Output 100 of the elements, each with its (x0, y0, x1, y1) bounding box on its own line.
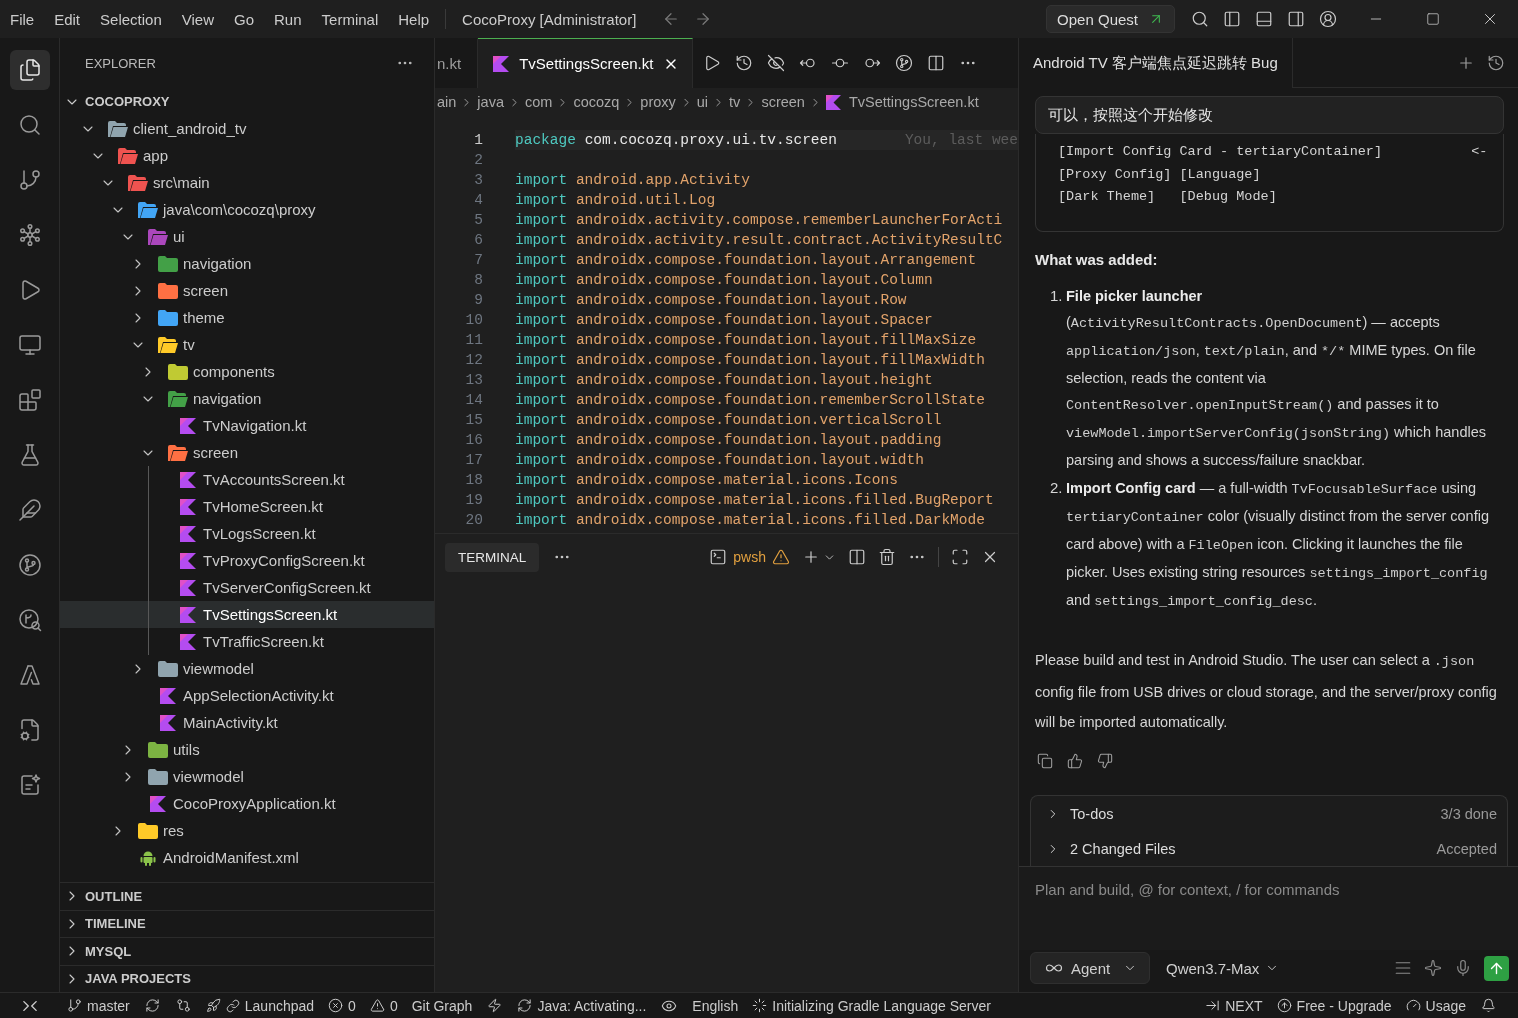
history-icon[interactable] (735, 54, 754, 72)
editor-tab[interactable]: TvSettingsScreen.kt (478, 38, 694, 88)
monitor-icon[interactable] (17, 332, 42, 357)
tree-item[interactable]: TvServerConfigScreen.kt (60, 574, 434, 601)
branch-status[interactable]: master (60, 993, 137, 1018)
columns-icon[interactable] (848, 548, 866, 566)
plus-icon[interactable] (802, 548, 820, 566)
folder-item[interactable]: ui (60, 223, 434, 250)
folder-item[interactable]: screen (60, 439, 434, 466)
copy-icon[interactable] (1037, 752, 1053, 769)
model-dropdown[interactable]: Qwen3.7-Max (1166, 959, 1280, 977)
section-header[interactable]: OUTLINE (60, 882, 434, 910)
columns-icon[interactable] (927, 54, 946, 72)
folder-item[interactable]: viewmodel (60, 763, 434, 790)
folder-item[interactable]: java\com\cocozq\proxy (60, 196, 434, 223)
folder-item[interactable]: app (60, 142, 434, 169)
mode-dropdown[interactable]: Agent (1030, 952, 1150, 984)
java-status[interactable]: Java: Activating... (510, 993, 654, 1018)
launchpad-status[interactable]: Launchpad (198, 993, 322, 1018)
folder-item[interactable]: screen (60, 277, 434, 304)
folder-item[interactable]: tv (60, 331, 434, 358)
breadcrumb[interactable]: cocozq (573, 94, 620, 110)
breadcrumb[interactable]: proxy (640, 94, 676, 110)
workspace-header[interactable]: COCOPROXY (60, 88, 434, 115)
tree-item[interactable]: TvLogsScreen.kt (60, 520, 434, 547)
breadcrumb[interactable]: screen (761, 94, 805, 110)
maximize-icon[interactable] (951, 548, 969, 566)
section-header[interactable]: TIMELINE (60, 909, 434, 937)
panel-tab[interactable]: TERMINAL (445, 542, 540, 572)
branch-search-icon[interactable] (17, 607, 42, 632)
sync-icon[interactable] (144, 998, 160, 1013)
tree-item[interactable]: TvSettingsScreen.kt (60, 601, 434, 628)
editor-tab[interactable]: n.kt (435, 38, 479, 88)
compare-icon[interactable] (175, 998, 191, 1013)
eye-off-icon[interactable] (767, 54, 786, 72)
menu-item[interactable]: Help (388, 5, 440, 33)
menu-item[interactable]: Run (264, 5, 312, 33)
folder-item[interactable]: client_android_tv (60, 115, 434, 142)
sparkle-icon[interactable] (1424, 959, 1442, 977)
lightning-icon[interactable] (487, 998, 503, 1013)
tree-item[interactable]: AppSelectionActivity.kt (60, 682, 434, 709)
files-icon[interactable] (9, 49, 50, 90)
breadcrumb[interactable]: java (477, 94, 504, 110)
folder-item[interactable]: navigation (60, 250, 434, 277)
tree-item[interactable]: MainActivity.kt (60, 709, 434, 736)
gradle-status[interactable]: Initializing Gradle Language Server (745, 993, 998, 1018)
next-status[interactable]: NEXT (1198, 993, 1270, 1018)
lines-icon[interactable] (1394, 959, 1412, 977)
warning-icon[interactable] (772, 548, 790, 566)
circle-branch-icon[interactable] (17, 552, 42, 577)
section-header[interactable]: MYSQL (60, 937, 434, 965)
folder-item[interactable]: res (60, 817, 434, 844)
menu-item[interactable]: Edit (44, 5, 91, 33)
upgrade-status[interactable]: Free - Upgrade (1269, 993, 1399, 1018)
tree-item[interactable]: TvHomeScreen.kt (60, 493, 434, 520)
play-icon[interactable] (703, 54, 722, 72)
errors-status[interactable]: 0 (321, 993, 363, 1018)
tree-item[interactable]: TvAccountsScreen.kt (60, 466, 434, 493)
breadcrumb[interactable]: tv (729, 94, 741, 110)
a-logo-icon[interactable] (17, 662, 42, 687)
menu-item[interactable]: View (171, 5, 224, 33)
warnings-status[interactable]: 0 (362, 993, 405, 1018)
terminal-icon[interactable] (709, 548, 728, 566)
collapsible-row[interactable]: To-dos 3/3 done (1031, 796, 1507, 831)
breadcrumb[interactable]: ain (437, 94, 457, 110)
send-button[interactable] (1484, 955, 1509, 981)
breadcrumb[interactable]: ui (696, 94, 709, 110)
circle-branch-icon[interactable] (895, 54, 914, 72)
branch-icon[interactable] (17, 167, 42, 192)
tree-item[interactable]: AndroidManifest.xml (60, 844, 434, 871)
blocks-icon[interactable] (17, 387, 42, 412)
breadcrumb[interactable]: TvSettingsScreen.kt (825, 94, 979, 110)
search-icon[interactable] (1191, 10, 1209, 28)
user-circle-icon[interactable] (1319, 10, 1337, 28)
maximize-icon[interactable] (1425, 12, 1440, 26)
folder-item[interactable]: theme (60, 304, 434, 331)
folder-item[interactable]: components (60, 358, 434, 385)
sidebar-right-icon[interactable] (1287, 10, 1305, 28)
tree-item[interactable]: TvTrafficScreen.kt (60, 628, 434, 655)
menu-item[interactable]: Go (224, 5, 264, 33)
breadcrumb[interactable]: com (524, 94, 553, 110)
thumbs-up-icon[interactable] (1067, 752, 1083, 769)
menu-item[interactable]: Selection (90, 5, 172, 33)
language-status[interactable]: English (685, 993, 746, 1018)
trash-icon[interactable] (878, 548, 896, 566)
folder-item[interactable]: navigation (60, 385, 434, 412)
feather-icon[interactable] (17, 497, 42, 522)
sidebar-left-icon[interactable] (1223, 10, 1241, 28)
git-graph-status[interactable]: Git Graph (404, 993, 480, 1018)
collapsible-row[interactable]: 2 Changed Files Accepted (1031, 831, 1507, 866)
microphone-icon[interactable] (1454, 959, 1472, 977)
quest-button[interactable]: Open Quest (1046, 5, 1175, 33)
tree-item[interactable]: CocoProxyApplication.kt (60, 790, 434, 817)
shell-name[interactable]: pwsh (733, 549, 766, 565)
thumbs-down-icon[interactable] (1097, 752, 1113, 769)
tree-item[interactable]: TvNavigation.kt (60, 412, 434, 439)
panel-bottom-icon[interactable] (1255, 10, 1273, 28)
folder-item[interactable]: utils (60, 736, 434, 763)
usage-status[interactable]: Usage (1398, 993, 1473, 1018)
tree-item[interactable]: TvProxyConfigScreen.kt (60, 547, 434, 574)
